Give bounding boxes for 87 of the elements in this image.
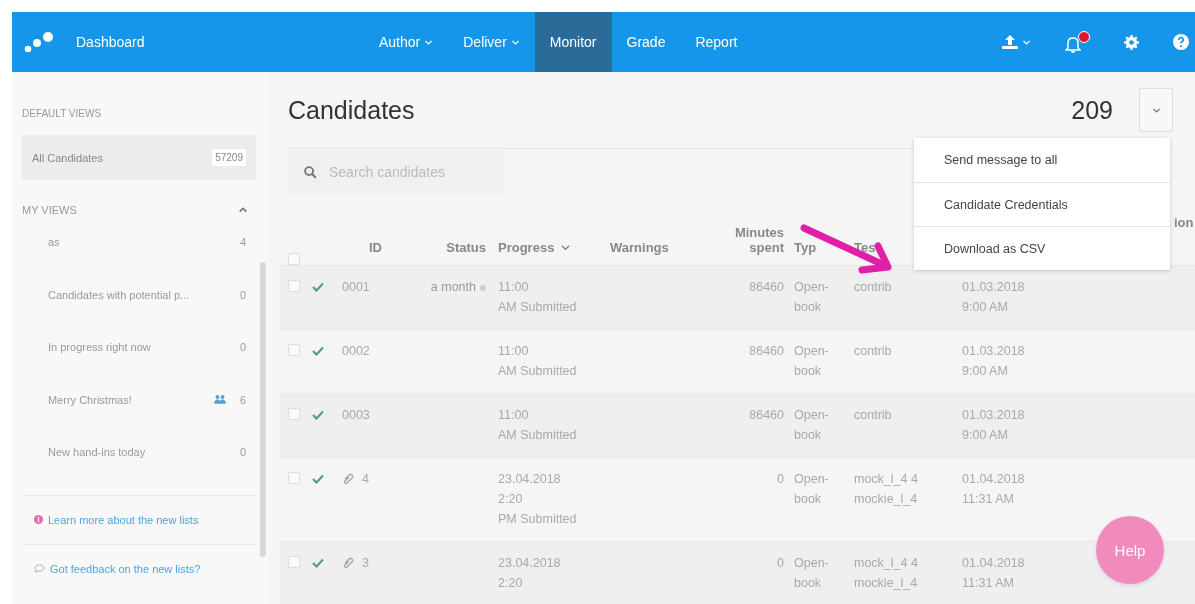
notifications-button[interactable] xyxy=(1065,30,1090,54)
column-header: Typ xyxy=(793,240,818,257)
sidebar-item[interactable]: All Candidates 57209 xyxy=(22,135,256,180)
menu-item[interactable]: Send message to all xyxy=(914,138,1170,182)
table-cell-text: 01.03.2018 9:00 AM xyxy=(961,407,1026,444)
row-checkbox[interactable] xyxy=(288,472,300,484)
table-cell-text: Open- book xyxy=(793,471,830,508)
nav-tab[interactable]: Deliver xyxy=(448,12,535,72)
help-menu-button[interactable] xyxy=(1173,34,1189,50)
table-cell-text: 86460 xyxy=(748,407,785,424)
menu-item[interactable]: Download as CSV xyxy=(914,226,1170,270)
table-cell-text: 01.04.2018 11:31 AM xyxy=(961,555,1026,592)
section-heading: MY VIEWS xyxy=(22,204,77,216)
count: 0 xyxy=(239,446,246,459)
table-cell-text: contrib xyxy=(853,279,893,296)
count: 0 xyxy=(239,288,246,301)
sidebar-item[interactable]: New hand-ins today 0 xyxy=(22,426,258,479)
table-cell-text: 0001 xyxy=(342,279,370,296)
table-cell-text: 86460 xyxy=(748,279,785,296)
menu-item[interactable]: Candidate Credentials xyxy=(914,182,1170,226)
help-button[interactable]: Help xyxy=(1096,516,1164,584)
sidebar-item[interactable]: Merry Christmas! 6 xyxy=(22,373,258,426)
table-cell-text: 23.04.2018 2:20 xyxy=(497,555,562,592)
column-header: Minutes spent xyxy=(733,225,785,257)
column-header: ion xyxy=(1173,214,1195,232)
row-checkbox[interactable] xyxy=(288,280,300,292)
column-header: Status xyxy=(445,240,487,257)
table-cell-text: 11:00 AM Submitted xyxy=(497,279,578,316)
table-cell-text: 11:00 AM Submitted xyxy=(497,343,578,380)
row-checkbox[interactable] xyxy=(288,344,300,356)
table-cell-text: contrib xyxy=(853,407,893,424)
count: 6 xyxy=(239,393,246,406)
info-icon xyxy=(34,515,43,524)
logo-dots-icon xyxy=(24,29,54,55)
page-title: Candidates xyxy=(288,95,415,125)
count: 0 xyxy=(239,341,246,354)
table-cell-text: 3 xyxy=(362,555,369,572)
search-icon xyxy=(304,165,317,179)
column-header: Warnings xyxy=(609,240,670,257)
chevron-up-icon xyxy=(238,205,248,215)
column-header: Progress xyxy=(498,240,555,255)
table-cell-text: contrib xyxy=(853,343,893,360)
link[interactable]: Learn more about the new lists xyxy=(22,495,256,544)
nav-tab[interactable]: Author xyxy=(364,12,449,72)
link[interactable]: Got feedback on the new lists? xyxy=(22,543,256,593)
table-cell-text: 01.04.2018 11:31 AM xyxy=(961,471,1026,508)
candidate-total: 209 xyxy=(1071,95,1113,125)
upload-button[interactable] xyxy=(1001,34,1031,50)
speech-bubble-icon xyxy=(34,564,45,573)
options-menu-button[interactable] xyxy=(1139,88,1173,132)
sidebar-item[interactable]: In progress right now 0 xyxy=(22,321,258,374)
table-cell-text: Open- book xyxy=(793,343,830,380)
table-cell-text: 86460 xyxy=(748,343,785,360)
help-icon xyxy=(1173,34,1189,50)
nav-tab[interactable]: Monitor xyxy=(534,12,612,72)
nav-tab[interactable]: Report xyxy=(680,12,753,72)
table-cell-text: 11:00 AM Submitted xyxy=(497,407,578,444)
table-cell-text: 0 xyxy=(776,555,785,572)
row-checkbox[interactable] xyxy=(288,556,300,568)
section-heading: DEFAULT VIEWS xyxy=(22,108,103,119)
status-dot xyxy=(480,285,486,291)
count-badge: 57209 xyxy=(212,149,246,166)
table-cell-text: 0 xyxy=(776,471,785,488)
table-cell-text: 01.03.2018 9:00 AM xyxy=(961,279,1026,316)
settings-button[interactable] xyxy=(1124,34,1139,50)
table-cell-text: mock_l_4 4 mockie_l_4 xyxy=(853,555,919,592)
table-cell-text: 23.04.2018 2:20 PM Submitted xyxy=(497,471,578,528)
table-cell-text: a month xyxy=(430,279,476,296)
table-cell-text: 0003 xyxy=(342,407,370,424)
nav-tab[interactable]: Grade xyxy=(611,12,681,72)
column-header: ID xyxy=(368,240,383,257)
sidebar-item[interactable]: as 4 xyxy=(22,216,258,269)
sidebar-item[interactable]: Candidates with potential p... 0 xyxy=(22,268,258,321)
dashboard-link[interactable]: Dashboard xyxy=(76,34,145,50)
table-cell-text: Open- book xyxy=(793,279,830,316)
row-checkbox[interactable] xyxy=(288,408,300,420)
bell-icon xyxy=(1065,35,1081,54)
table-cell-text: mock_l_4 4 mockie_l_4 xyxy=(853,471,919,508)
settings-icon xyxy=(1124,34,1139,50)
table-cell-text: Open- book xyxy=(793,407,830,444)
count: 4 xyxy=(239,236,246,249)
table-cell-text: 01.03.2018 9:00 AM xyxy=(961,343,1026,380)
upload-icon xyxy=(1001,34,1019,50)
table-cell-text: 0002 xyxy=(342,343,370,360)
table-cell-text: 4 xyxy=(362,471,369,488)
table-cell-text: Open- book xyxy=(793,555,830,592)
select-all-checkbox[interactable] xyxy=(288,253,300,265)
